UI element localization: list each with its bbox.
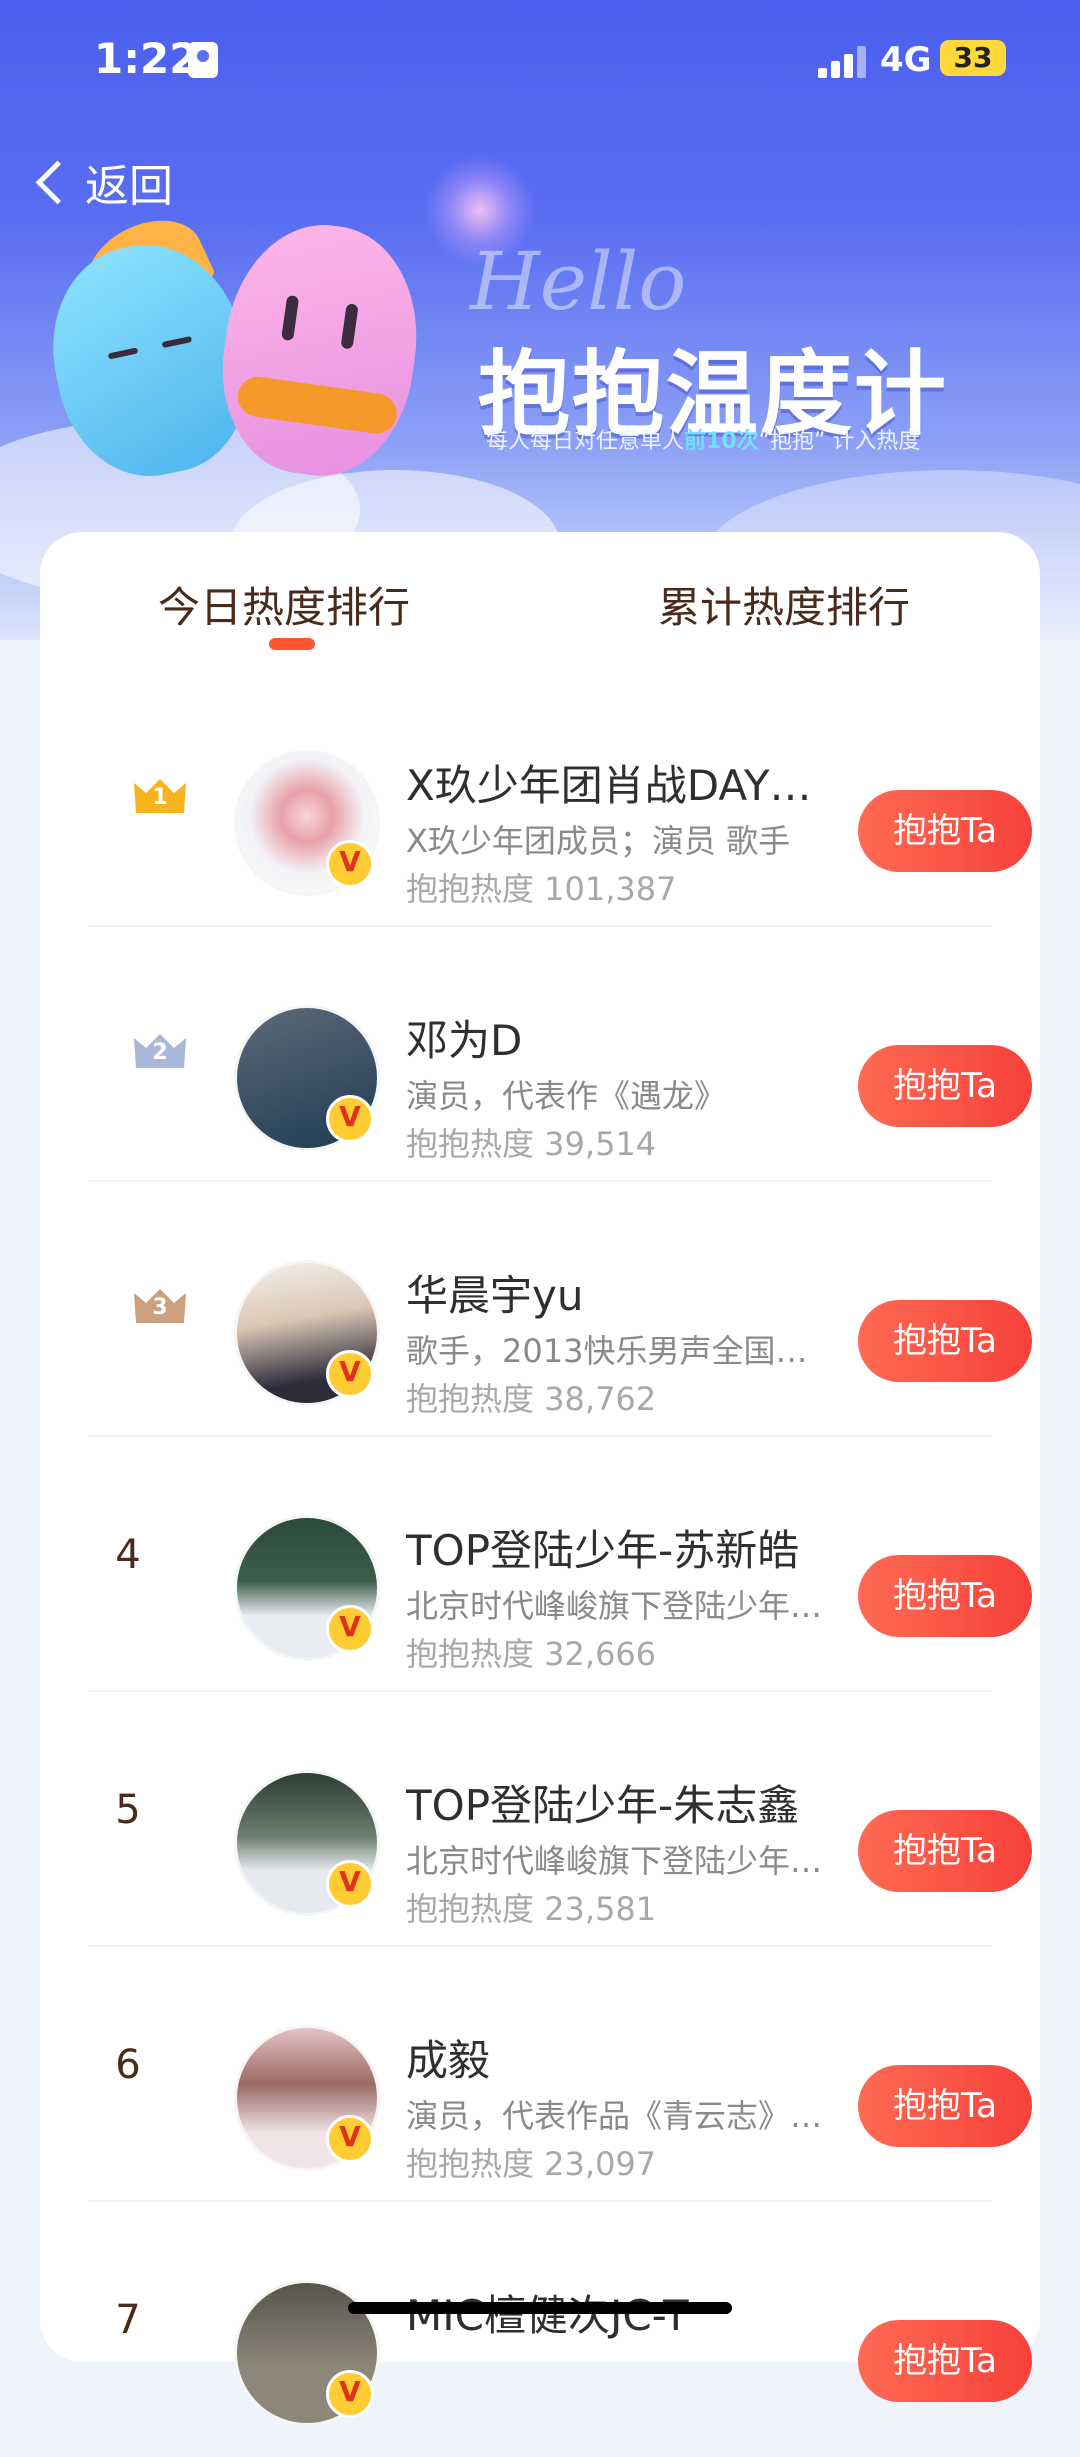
rank-number: 1 [152,785,168,810]
user-name[interactable]: 邓为D [406,1007,836,1068]
verified-badge-icon: V [326,1095,374,1143]
hug-heat-count: 抱抱热度 23,581 [406,1890,657,1928]
ranking-card: 今日热度排行 累计热度排行 1 V X玖少年团肖战DAYTOY X玖少年团成员；演员 … [40,532,1040,2426]
user-description: 演员，代表作《遇龙》 [406,1077,727,1115]
verified-badge-icon: V [326,2115,374,2163]
ranking-row[interactable]: 2 V 邓为D 演员，代表作《遇龙》 抱抱热度 39,514 抱抱Ta [88,927,1032,1182]
ranking-row[interactable]: 5 V TOP登陆少年-朱志鑫北京时代峰峻旗下登陆少年成员 抱抱热度 23,581 抱抱… [88,1692,1032,1947]
hug-button[interactable]: 抱抱Ta [858,2065,1032,2147]
hug-heat-count: 抱抱热度 23,097 [406,2145,657,2183]
home-indicator [348,2302,732,2314]
ranking-row[interactable]: 1 V X玖少年团肖战DAYTOY X玖少年团成员；演员 歌手 抱抱热度 101,387… [88,672,1032,927]
ranking-row[interactable]: 4 V TOP登陆少年-苏新皓北京时代峰峻旗下登陆少年成员 抱抱热度 32,666 抱抱… [88,1437,1032,1692]
rank-number: 3 [152,1295,168,1320]
hug-button[interactable]: 抱抱Ta [858,1555,1032,1637]
rank-crown-icon: 2 [132,1030,188,1070]
hug-button[interactable]: 抱抱Ta [858,1045,1032,1127]
hello-decoration: Hello [470,235,687,328]
hug-button[interactable]: 抱抱Ta [858,1810,1032,1892]
hug-heat-count: 抱抱热度 32,666 [406,1635,657,1673]
ranking-row[interactable]: 3 V 华晨宇yu 歌手，2013快乐男声全国冠军 抱抱热度 38,762 抱抱Ta [88,1182,1032,1437]
hug-button[interactable]: 抱抱Ta [858,790,1032,872]
ranking-row[interactable]: 7 V MIC檀健次JC-T 抱抱Ta [88,2202,1032,2457]
user-name[interactable]: X玖少年团肖战DAYTOY [406,752,836,813]
network-type: 4G [880,40,932,80]
user-description: 北京时代峰峻旗下登陆少年成员 [406,1587,826,1625]
tab-today-ranking[interactable]: 今日热度排行 [158,574,410,635]
user-description: X玖少年团成员；演员 歌手 [406,822,791,860]
hug-heat-count: 抱抱热度 39,514 [406,1125,657,1163]
user-description: 北京时代峰峻旗下登陆少年成员 [406,1842,826,1880]
hug-button[interactable]: 抱抱Ta [858,2320,1032,2402]
hug-button[interactable]: 抱抱Ta [858,1300,1032,1382]
user-name[interactable]: 华晨宇yu [406,1262,836,1323]
rank-crown-icon: 1 [132,775,188,815]
user-description: 歌手，2013快乐男声全国冠军 [406,1332,826,1370]
rank-number: 7 [115,2297,141,2343]
rank-number: 6 [115,2042,141,2088]
status-bar: 1:22 4G 33 [0,0,1080,120]
back-label: 返回 [85,161,173,212]
verified-badge-icon: V [326,840,374,888]
hug-heat-count: 抱抱热度 38,762 [406,1380,657,1418]
hero-subtitle: 每人每日对任意单人前10次“抱抱” 计入热度 [486,429,921,454]
tab-total-ranking[interactable]: 累计热度排行 [658,574,910,635]
rank-number: 5 [115,1787,141,1833]
signal-icon [818,46,868,78]
user-name[interactable]: TOP登陆少年-苏新皓 [406,1517,836,1578]
battery-icon: 33 [940,40,1006,76]
person-badge-icon [188,42,218,78]
user-name[interactable]: TOP登陆少年-朱志鑫 [406,1772,836,1833]
chevron-left-icon [35,160,80,204]
status-time: 1:22 [94,34,199,83]
rank-crown-icon: 3 [132,1285,188,1325]
verified-badge-icon: V [326,1350,374,1398]
verified-badge-icon: V [326,1605,374,1653]
user-name[interactable]: 成毅 [406,2027,836,2088]
rank-number: 2 [152,1040,168,1065]
back-button[interactable]: 返回 [30,150,173,214]
hug-heat-count: 抱抱热度 101,387 [406,870,677,908]
ranking-row[interactable]: 6 V 成毅演员，代表作品《青云志》《琉璃》抱抱热度 23,097 抱抱Ta [88,1947,1032,2202]
verified-badge-icon: V [326,1860,374,1908]
active-tab-indicator [269,638,315,650]
verified-badge-icon: V [326,2370,374,2418]
user-description: 演员，代表作品《青云志》《琉璃》 [406,2097,826,2135]
hero-subtitle-highlight: 前10次 [684,429,759,454]
rank-number: 4 [115,1532,141,1578]
